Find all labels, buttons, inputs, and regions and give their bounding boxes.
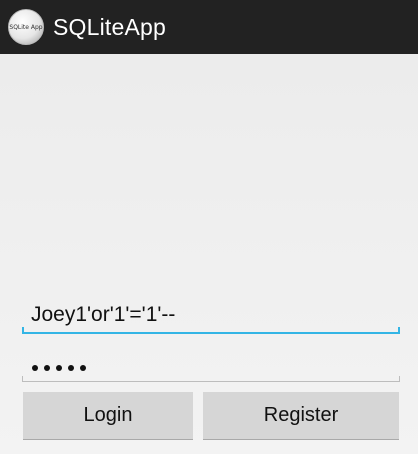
password-dot (32, 365, 38, 371)
register-button[interactable]: Register (203, 392, 399, 440)
password-dot (68, 365, 74, 371)
password-input[interactable] (22, 346, 400, 382)
password-dot (44, 365, 50, 371)
password-mask (32, 365, 86, 371)
password-dot (56, 365, 62, 371)
app-logo-label: SQLite App (9, 23, 43, 31)
username-input[interactable]: Joey1'or'1'='1'-- (22, 298, 400, 334)
app-title: SQLiteApp (53, 13, 167, 40)
password-dot (80, 365, 86, 371)
username-value: Joey1'or'1'='1'-- (31, 303, 176, 326)
action-bar: SQLite App SQLiteApp (0, 0, 418, 54)
app-logo-icon[interactable]: SQLite App (8, 9, 44, 45)
login-screen: Joey1'or'1'='1'-- Login Register (0, 54, 418, 454)
login-button[interactable]: Login (23, 392, 193, 440)
